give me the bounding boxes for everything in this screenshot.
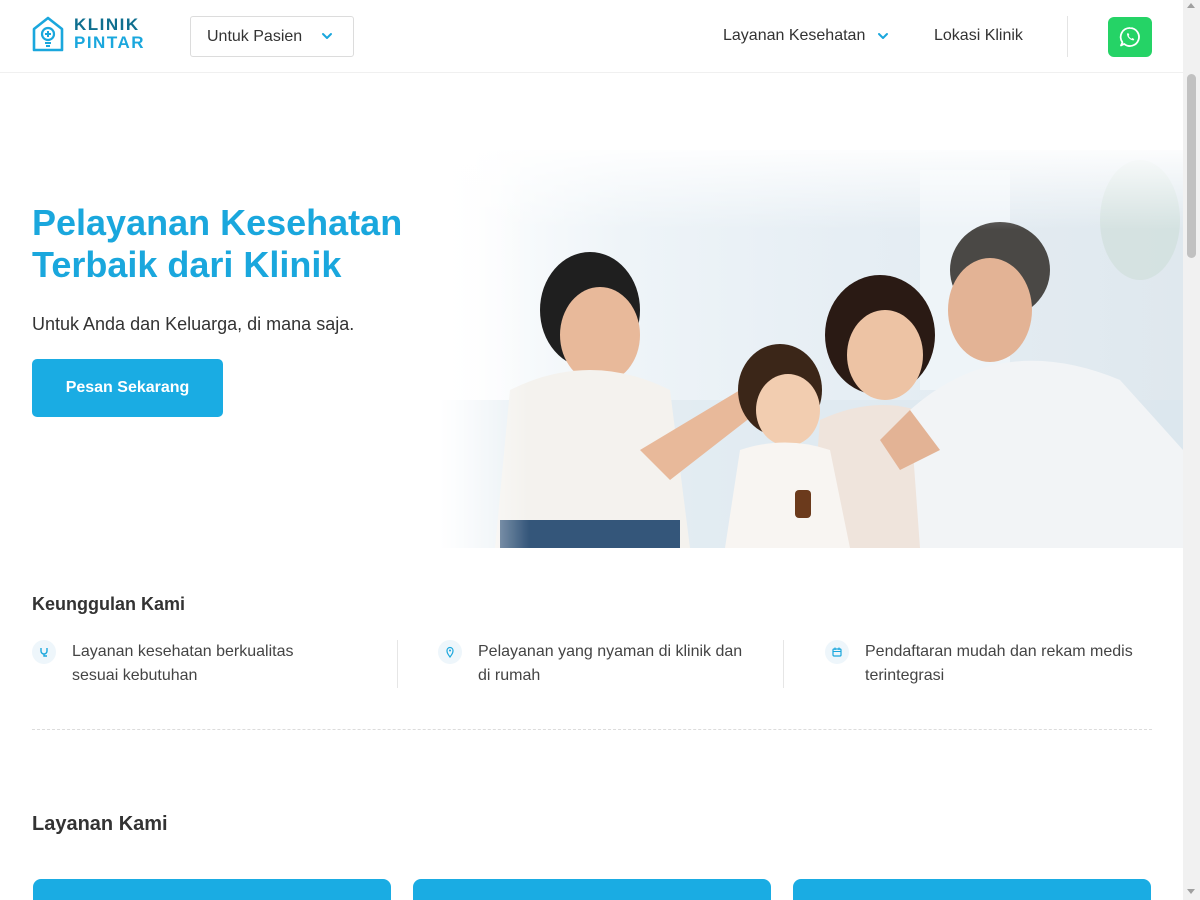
scroll-down-arrow-icon[interactable] <box>1187 889 1195 894</box>
nav-health-services-label: Layanan Kesehatan <box>723 27 866 44</box>
services-title: Layanan Kami <box>32 813 168 835</box>
nav-clinic-location-label: Lokasi Klinik <box>934 27 1023 44</box>
logo-line2: PINTAR <box>74 33 146 52</box>
location-pin-icon <box>438 640 462 664</box>
advantage-text: Pelayanan yang nyaman di klinik dan di r… <box>478 643 743 684</box>
clinic-house-logo-icon <box>32 16 64 52</box>
service-card[interactable] <box>793 879 1151 900</box>
logo-line1: KLINIK <box>74 15 140 34</box>
hero-title-line2: Terbaik dari Klinik <box>32 244 342 285</box>
advantage-item: Pelayanan yang nyaman di klinik dan di r… <box>438 640 748 688</box>
scroll-up-arrow-icon[interactable] <box>1187 3 1195 8</box>
advantage-text: Layanan kesehatan berkualitas sesuai keb… <box>72 643 294 684</box>
audience-select-value: Untuk Pasien <box>207 27 303 45</box>
klinik-pintar-logo[interactable]: KLINIK PINTAR <box>32 16 145 52</box>
book-now-button[interactable]: Pesan Sekarang <box>32 359 223 417</box>
nav-health-services[interactable]: Layanan Kesehatan <box>723 27 889 45</box>
hero-subtitle: Untuk Anda dan Keluarga, di mana saja. <box>32 314 355 334</box>
scrollbar-thumb[interactable] <box>1187 74 1196 258</box>
advantage-text: Pendaftaran mudah dan rekam medis terint… <box>865 643 1133 684</box>
hero-title-line1: Pelayanan Kesehatan <box>32 202 403 243</box>
advantage-divider <box>397 640 398 688</box>
advantage-item: Pendaftaran mudah dan rekam medis terint… <box>825 640 1165 688</box>
advantages-title: Keunggulan Kami <box>32 594 186 614</box>
nav-clinic-location[interactable]: Lokasi Klinik <box>934 27 1023 45</box>
whatsapp-icon <box>1119 27 1140 47</box>
service-card[interactable] <box>33 879 391 900</box>
calendar-icon <box>825 640 849 664</box>
site-header: KLINIK PINTAR Untuk Pasien Layanan Keseh… <box>0 0 1183 73</box>
service-card[interactable] <box>413 879 771 900</box>
chevron-down-icon <box>322 33 332 39</box>
whatsapp-button[interactable] <box>1108 17 1152 57</box>
logo-wordmark: KLINIK PINTAR <box>74 16 145 52</box>
hero-image <box>440 150 1183 548</box>
page-scrollbar[interactable] <box>1183 0 1200 900</box>
hero-title: Pelayanan Kesehatan Terbaik dari Klinik <box>32 202 452 286</box>
stethoscope-icon <box>32 640 56 664</box>
advantage-item: Layanan kesehatan berkualitas sesuai keb… <box>32 640 342 688</box>
chevron-down-icon <box>878 33 889 39</box>
audience-select[interactable]: Untuk Pasien <box>190 16 354 57</box>
advantage-divider <box>783 640 784 688</box>
family-with-doctor-illustration <box>440 150 1183 548</box>
section-divider <box>32 729 1152 730</box>
nav-divider <box>1067 16 1068 57</box>
